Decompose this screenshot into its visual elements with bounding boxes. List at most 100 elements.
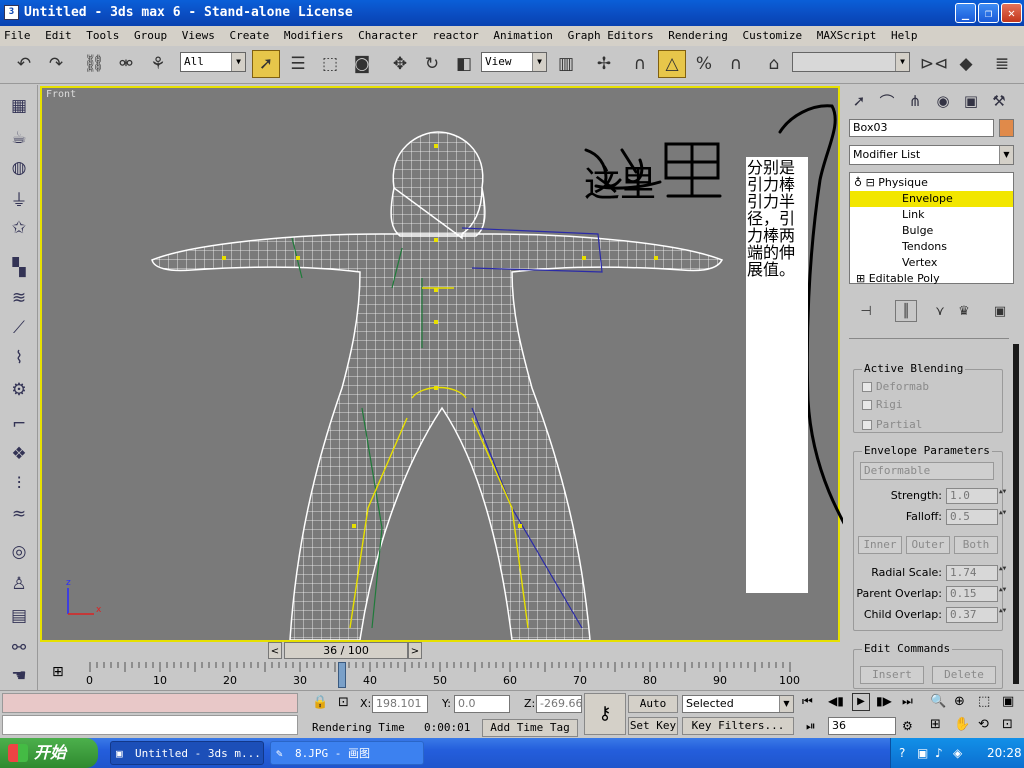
deformable-checkbox[interactable]: Deformab [862, 380, 929, 393]
menu-tools[interactable]: Tools [82, 26, 123, 46]
undo-icon[interactable]: ↶ [10, 50, 38, 78]
selection-filter-dropdown[interactable]: All ▼ [180, 52, 246, 72]
time-config-icon[interactable]: ⚙ [902, 719, 913, 733]
delete-button[interactable]: Delete [932, 666, 996, 684]
star-icon[interactable]: ✩ [6, 215, 32, 241]
spinner-snap-icon[interactable]: ∩ [722, 50, 750, 78]
percent-snap-icon[interactable]: % [690, 50, 718, 78]
add-time-tag-button[interactable]: Add Time Tag [482, 719, 578, 737]
redo-icon[interactable]: ↷ [42, 50, 70, 78]
hierarchy-tab-icon[interactable]: ⋔ [903, 89, 927, 113]
select-link-icon[interactable]: ⛓ [80, 50, 108, 78]
stack-item-bulge[interactable]: Bulge [850, 223, 1013, 239]
snap-3d-icon[interactable]: ∩ [626, 50, 654, 78]
hand-icon[interactable]: ☚ [6, 663, 32, 689]
named-selection-dropdown[interactable]: ▼ [792, 52, 910, 72]
zoom-icon[interactable]: 🔍 [930, 694, 946, 709]
menu-create[interactable]: Create [226, 26, 274, 46]
partial-checkbox[interactable]: Partial [862, 418, 922, 431]
front-viewport[interactable]: Front z x [40, 86, 840, 642]
modify-tab-icon[interactable]: ⌒ [875, 89, 899, 113]
task-3dsmax[interactable]: ▣ Untitled - 3ds m... [110, 741, 264, 765]
rigid-checkbox[interactable]: Rigi [862, 398, 903, 411]
stack-item-vertex[interactable]: Vertex [850, 255, 1013, 271]
pin-stack-icon[interactable]: ⊣ [855, 300, 877, 322]
tube-icon[interactable]: ⟋ [6, 315, 32, 341]
plane-icon[interactable]: ▚ [6, 255, 32, 281]
maximize-viewport-icon[interactable]: ⊡ [1002, 717, 1013, 732]
remove-modifier-icon[interactable]: ♛ [953, 300, 975, 322]
arc-rotate-icon[interactable]: ⟲ [978, 717, 989, 732]
fan-icon[interactable]: ❖ [6, 441, 32, 467]
key-filters-button[interactable]: Key Filters... [682, 717, 794, 735]
display-tab-icon[interactable]: ▣ [959, 89, 983, 113]
volume-icon[interactable]: ♪ [935, 738, 943, 768]
child-overlap-spinner[interactable]: 0.37 [946, 607, 1009, 623]
both-button[interactable]: Both [954, 536, 998, 554]
wave-icon[interactable]: ≈ [6, 501, 32, 527]
outer-button[interactable]: Outer [906, 536, 950, 554]
utilities-tab-icon[interactable]: ⚒ [987, 89, 1011, 113]
menu-group[interactable]: Group [130, 26, 171, 46]
gear-icon[interactable]: ⚙ [6, 377, 32, 403]
next-frame-icon[interactable]: > [408, 642, 422, 659]
mirror-icon[interactable]: ⊳⊲ [920, 50, 949, 78]
inner-button[interactable]: Inner [858, 536, 902, 554]
stack-icon[interactable]: ≋ [6, 285, 32, 311]
stack-item-editable-poly[interactable]: ⊞ Editable Poly [850, 271, 1013, 287]
biped-icon[interactable]: ♙ [6, 571, 32, 597]
lock-icon[interactable]: 🔒 [312, 695, 328, 710]
maxscript-listener-white[interactable] [2, 715, 298, 735]
go-to-end-icon[interactable]: ⏭ [902, 694, 913, 709]
envelope-type-dropdown[interactable]: Deformable [860, 462, 994, 480]
zoom-extents-all-icon[interactable]: ▣ [1002, 694, 1014, 709]
create-tab-icon[interactable]: ➚ [847, 89, 871, 113]
stack-item-envelope[interactable]: Envelope [850, 191, 1013, 207]
menu-edit[interactable]: Edit [41, 26, 76, 46]
cylinder-icon[interactable]: ⏚ [6, 185, 32, 211]
menu-reactor[interactable]: reactor [428, 26, 482, 46]
menu-customize[interactable]: Customize [739, 26, 807, 46]
task-paint[interactable]: ✎ 8.JPG - 画图 [270, 741, 424, 765]
layer-manager-icon[interactable]: ≣ [988, 50, 1016, 78]
help-icon[interactable]: ? [899, 738, 905, 768]
current-frame-field[interactable]: 36 [828, 717, 896, 735]
menu-rendering[interactable]: Rendering [664, 26, 732, 46]
parent-overlap-spinner[interactable]: 0.15 [946, 586, 1009, 602]
z-coordinate-field[interactable]: -269.66 [536, 695, 582, 713]
cone-icon[interactable]: ☕ [6, 125, 32, 151]
sphere-icon[interactable]: ◍ [6, 155, 32, 181]
select-by-name-icon[interactable]: ☰ [284, 50, 312, 78]
stack-item-link[interactable]: Link [850, 207, 1013, 223]
scale-icon[interactable]: ◧ [450, 50, 478, 78]
panel-scrollbar[interactable] [1013, 344, 1019, 684]
select-object-icon[interactable]: ➚ [252, 50, 280, 78]
play-icon[interactable]: ▶ [852, 693, 870, 711]
align-icon[interactable]: ◆ [952, 50, 980, 78]
manipulate-icon[interactable]: ✢ [590, 50, 618, 78]
torus-icon[interactable]: ◎ [6, 539, 32, 565]
minimize-button[interactable]: _ [955, 3, 976, 23]
pivot-center-icon[interactable]: ▥ [552, 50, 580, 78]
edit-named-selection-icon[interactable]: ⌂ [760, 50, 788, 78]
box-icon[interactable]: ▦ [6, 93, 32, 119]
expand-icon[interactable]: ⊟ [866, 176, 875, 189]
menu-maxscript[interactable]: MAXScript [813, 26, 881, 46]
set-key-button[interactable]: Set Key [628, 717, 678, 735]
expand-icon[interactable]: ⊞ [856, 272, 865, 285]
hose-icon[interactable]: ⌐ [6, 411, 32, 437]
reference-coord-dropdown[interactable]: View ▼ [481, 52, 547, 72]
configure-modifier-sets-icon[interactable]: ▣ [989, 300, 1011, 322]
motion-tab-icon[interactable]: ◉ [931, 89, 955, 113]
show-end-result-icon[interactable]: ║ [895, 300, 917, 322]
next-frame-icon[interactable]: ▮▶ [876, 694, 892, 708]
stack-item-tendons[interactable]: Tendons [850, 239, 1013, 255]
close-button[interactable]: ✕ [1001, 3, 1022, 23]
object-name-field[interactable]: Box03 [849, 119, 994, 137]
shield-icon[interactable]: ◈ [953, 738, 962, 768]
falloff-spinner[interactable]: 0.5 [946, 509, 1009, 525]
grid-icon[interactable]: ⫶ [6, 471, 32, 497]
menu-file[interactable]: File [0, 26, 35, 46]
zoom-extents-icon[interactable]: ⬚ [978, 694, 990, 709]
link-icon[interactable]: ⚯ [6, 635, 32, 661]
